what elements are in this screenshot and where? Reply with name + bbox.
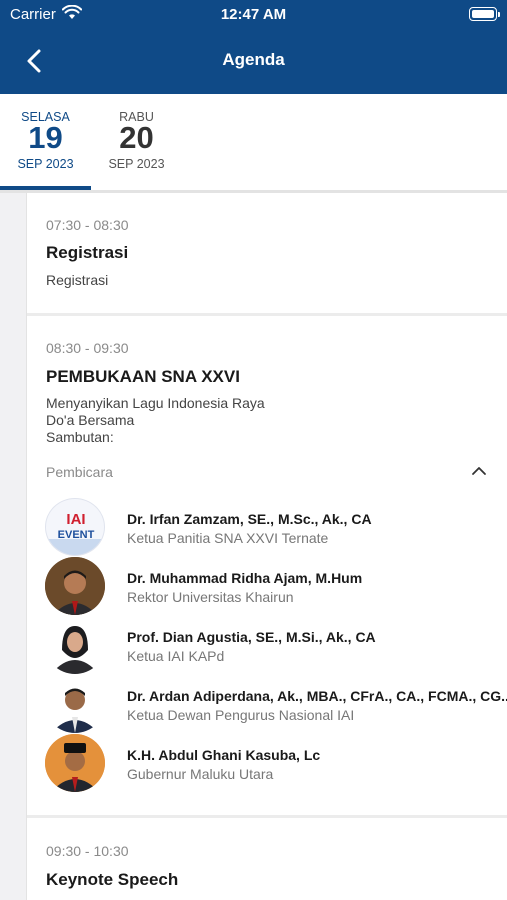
speaker-item[interactable]: Dr. Ardan Adiperdana, Ak., MBA., CFrA., … bbox=[45, 675, 507, 733]
speaker-role: Ketua Dewan Pengurus Nasional IAI bbox=[127, 707, 355, 723]
iai-event-logo-avatar: IAI EVENT bbox=[45, 498, 105, 556]
session-time: 07:30 - 08:30 bbox=[46, 217, 129, 233]
navigation-bar: Agenda bbox=[0, 40, 507, 80]
date-tabs: SELASA 19 SEP 2023 RABU 20 SEP 2023 bbox=[0, 94, 507, 193]
svg-text:IAI: IAI bbox=[66, 511, 85, 528]
speaker-item[interactable]: IAI EVENT Dr. Irfan Zamzam, SE., M.Sc., … bbox=[45, 498, 495, 556]
session-time: 08:30 - 09:30 bbox=[46, 340, 129, 356]
speaker-role: Gubernur Maluku Utara bbox=[127, 766, 274, 782]
tab-month: SEP 2023 bbox=[108, 157, 165, 171]
session-title: Registrasi bbox=[46, 243, 129, 262]
session-card[interactable]: 08:30 - 09:30 PEMBUKAAN SNA XXVI Menyany… bbox=[27, 316, 507, 815]
timeline-rail bbox=[0, 193, 27, 900]
speaker-name: K.H. Abdul Ghani Kasuba, Lc bbox=[127, 747, 321, 763]
page-title: Agenda bbox=[222, 50, 285, 69]
speaker-item[interactable]: K.H. Abdul Ghani Kasuba, Lc Gubernur Mal… bbox=[45, 734, 495, 792]
session-title: Keynote Speech bbox=[46, 870, 179, 889]
active-tab-indicator bbox=[0, 186, 91, 190]
speaker-name: Prof. Dian Agustia, SE., M.Si., Ak., CA bbox=[127, 629, 376, 645]
speaker-name: Dr. Ardan Adiperdana, Ak., MBA., CFrA., … bbox=[127, 688, 507, 704]
session-title: PEMBUKAAN SNA XXVI bbox=[46, 367, 240, 386]
tab-day-number: 19 bbox=[28, 120, 63, 155]
session-description: Registrasi bbox=[46, 272, 109, 288]
session-time: 09:30 - 10:30 bbox=[46, 843, 129, 859]
status-bar: Carrier 12:47 AM bbox=[0, 0, 507, 30]
speaker-photo-avatar bbox=[45, 675, 105, 733]
tab-selasa-19[interactable]: SELASA 19 SEP 2023 bbox=[0, 94, 91, 190]
speakers-label: Pembicara bbox=[46, 464, 113, 480]
tab-month: SEP 2023 bbox=[17, 157, 74, 171]
speaker-name: Dr. Muhammad Ridha Ajam, M.Hum bbox=[127, 570, 363, 586]
speaker-name: Dr. Irfan Zamzam, SE., M.Sc., Ak., CA bbox=[127, 511, 372, 527]
speaker-role: Ketua IAI KAPd bbox=[127, 648, 225, 664]
tab-rabu-20[interactable]: RABU 20 SEP 2023 bbox=[91, 94, 182, 190]
top-bar: Carrier 12:47 AM Agenda bbox=[0, 0, 507, 94]
tab-day-number: 20 bbox=[119, 120, 154, 155]
speaker-photo-avatar bbox=[45, 557, 105, 615]
speaker-role: Ketua Panitia SNA XXVI Ternate bbox=[127, 530, 329, 546]
clock-label: 12:47 AM bbox=[220, 6, 287, 23]
chevron-up-icon[interactable] bbox=[471, 464, 487, 482]
session-description-line: Menyanyikan Lagu Indonesia Raya bbox=[46, 395, 265, 411]
session-description-line: Do'a Bersama bbox=[46, 412, 135, 428]
session-description-line: Sambutan: bbox=[46, 429, 114, 445]
session-card[interactable]: 07:30 - 08:30 Registrasi Registrasi bbox=[27, 193, 507, 313]
battery-icon bbox=[469, 7, 500, 21]
session-card[interactable]: 09:30 - 10:30 Keynote Speech bbox=[27, 818, 507, 900]
speaker-role: Rektor Universitas Khairun bbox=[127, 589, 294, 605]
speaker-photo-avatar bbox=[45, 734, 105, 792]
speaker-item[interactable]: Prof. Dian Agustia, SE., M.Si., Ak., CA … bbox=[45, 616, 495, 674]
svg-text:EVENT: EVENT bbox=[58, 529, 95, 541]
speaker-photo-avatar bbox=[45, 616, 105, 674]
speaker-item[interactable]: Dr. Muhammad Ridha Ajam, M.Hum Rektor Un… bbox=[45, 557, 495, 615]
